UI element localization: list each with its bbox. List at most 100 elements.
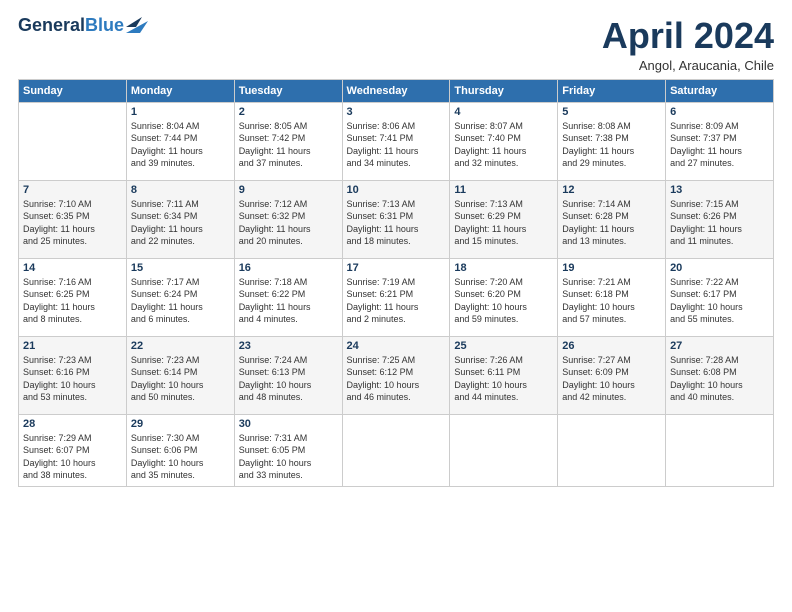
cell-info: Sunrise: 7:14 AMSunset: 6:28 PMDaylight:… bbox=[562, 198, 661, 248]
logo: GeneralBlue bbox=[18, 16, 148, 36]
location-subtitle: Angol, Araucania, Chile bbox=[602, 58, 774, 73]
table-row: 2 Sunrise: 8:05 AMSunset: 7:42 PMDaylight… bbox=[234, 102, 342, 180]
cell-info: Sunrise: 7:15 AMSunset: 6:26 PMDaylight:… bbox=[670, 198, 769, 248]
week-row-4: 28 Sunrise: 7:29 AMSunset: 6:07 PMDayligh… bbox=[19, 414, 774, 486]
cell-info: Sunrise: 8:08 AMSunset: 7:38 PMDaylight:… bbox=[562, 120, 661, 170]
table-row: 13 Sunrise: 7:15 AMSunset: 6:26 PMDayligh… bbox=[666, 180, 774, 258]
table-row: 19 Sunrise: 7:21 AMSunset: 6:18 PMDayligh… bbox=[558, 258, 666, 336]
table-row: 26 Sunrise: 7:27 AMSunset: 6:09 PMDayligh… bbox=[558, 336, 666, 414]
cell-info: Sunrise: 7:12 AMSunset: 6:32 PMDaylight:… bbox=[239, 198, 338, 248]
day-number: 1 bbox=[131, 106, 230, 118]
cell-info: Sunrise: 8:06 AMSunset: 7:41 PMDaylight:… bbox=[347, 120, 446, 170]
day-number: 26 bbox=[562, 340, 661, 352]
day-number: 10 bbox=[347, 184, 446, 196]
title-block: April 2024 Angol, Araucania, Chile bbox=[602, 16, 774, 73]
table-row: 1 Sunrise: 8:04 AMSunset: 7:44 PMDaylight… bbox=[126, 102, 234, 180]
day-number: 13 bbox=[670, 184, 769, 196]
table-row: 9 Sunrise: 7:12 AMSunset: 6:32 PMDaylight… bbox=[234, 180, 342, 258]
day-number: 24 bbox=[347, 340, 446, 352]
table-row: 27Sunrise: 7:28 AMSunset: 6:08 PMDayligh… bbox=[666, 336, 774, 414]
day-number: 29 bbox=[131, 418, 230, 430]
day-number: 3 bbox=[347, 106, 446, 118]
day-number: 2 bbox=[239, 106, 338, 118]
cell-info: Sunrise: 7:20 AMSunset: 6:20 PMDaylight:… bbox=[454, 276, 553, 326]
cell-info: Sunrise: 7:30 AMSunset: 6:06 PMDaylight:… bbox=[131, 432, 230, 482]
day-number: 12 bbox=[562, 184, 661, 196]
table-row: 25Sunrise: 7:26 AMSunset: 6:11 PMDayligh… bbox=[450, 336, 558, 414]
table-row: 29 Sunrise: 7:30 AMSunset: 6:06 PMDayligh… bbox=[126, 414, 234, 486]
cell-info: Sunrise: 8:05 AMSunset: 7:42 PMDaylight:… bbox=[239, 120, 338, 170]
header-row: Sunday Monday Tuesday Wednesday Thursday… bbox=[19, 79, 774, 102]
day-number: 15 bbox=[131, 262, 230, 274]
cell-info: Sunrise: 7:28 AMSunset: 6:08 PMDaylight:… bbox=[670, 354, 769, 404]
table-row: 20 Sunrise: 7:22 AMSunset: 6:17 PMDayligh… bbox=[666, 258, 774, 336]
day-number: 11 bbox=[454, 184, 553, 196]
table-row: 4 Sunrise: 8:07 AMSunset: 7:40 PMDaylight… bbox=[450, 102, 558, 180]
col-saturday: Saturday bbox=[666, 79, 774, 102]
table-row: 15 Sunrise: 7:17 AMSunset: 6:24 PMDayligh… bbox=[126, 258, 234, 336]
day-number: 30 bbox=[239, 418, 338, 430]
table-row: 22 Sunrise: 7:23 AMSunset: 6:14 PMDayligh… bbox=[126, 336, 234, 414]
week-row-2: 14Sunrise: 7:16 AMSunset: 6:25 PMDayligh… bbox=[19, 258, 774, 336]
col-thursday: Thursday bbox=[450, 79, 558, 102]
cell-info: Sunrise: 8:04 AMSunset: 7:44 PMDaylight:… bbox=[131, 120, 230, 170]
table-row: 8 Sunrise: 7:11 AMSunset: 6:34 PMDaylight… bbox=[126, 180, 234, 258]
day-number: 17 bbox=[347, 262, 446, 274]
table-row: 17 Sunrise: 7:19 AMSunset: 6:21 PMDayligh… bbox=[342, 258, 450, 336]
table-row bbox=[342, 414, 450, 486]
day-number: 23 bbox=[239, 340, 338, 352]
day-number: 8 bbox=[131, 184, 230, 196]
day-number: 9 bbox=[239, 184, 338, 196]
table-row: 28 Sunrise: 7:29 AMSunset: 6:07 PMDayligh… bbox=[19, 414, 127, 486]
page: GeneralBlue April 2024 Angol, Araucania,… bbox=[0, 0, 792, 612]
cell-info: Sunrise: 7:22 AMSunset: 6:17 PMDaylight:… bbox=[670, 276, 769, 326]
cell-info: Sunrise: 7:18 AMSunset: 6:22 PMDaylight:… bbox=[239, 276, 338, 326]
day-number: 4 bbox=[454, 106, 553, 118]
logo-icon bbox=[126, 15, 148, 33]
cell-info: Sunrise: 7:13 AMSunset: 6:31 PMDaylight:… bbox=[347, 198, 446, 248]
table-row: 12 Sunrise: 7:14 AMSunset: 6:28 PMDayligh… bbox=[558, 180, 666, 258]
cell-info: Sunrise: 7:11 AMSunset: 6:34 PMDaylight:… bbox=[131, 198, 230, 248]
table-row: 24 Sunrise: 7:25 AMSunset: 6:12 PMDayligh… bbox=[342, 336, 450, 414]
day-number: 28 bbox=[23, 418, 122, 430]
cell-info: Sunrise: 7:29 AMSunset: 6:07 PMDaylight:… bbox=[23, 432, 122, 482]
day-number: 16 bbox=[239, 262, 338, 274]
table-row: 18 Sunrise: 7:20 AMSunset: 6:20 PMDayligh… bbox=[450, 258, 558, 336]
week-row-1: 7Sunrise: 7:10 AMSunset: 6:35 PMDaylight… bbox=[19, 180, 774, 258]
day-number: 22 bbox=[131, 340, 230, 352]
logo-text: GeneralBlue bbox=[18, 16, 124, 36]
table-row bbox=[558, 414, 666, 486]
table-row: 11 Sunrise: 7:13 AMSunset: 6:29 PMDayligh… bbox=[450, 180, 558, 258]
cell-info: Sunrise: 8:09 AMSunset: 7:37 PMDaylight:… bbox=[670, 120, 769, 170]
day-number: 18 bbox=[454, 262, 553, 274]
cell-info: Sunrise: 7:24 AMSunset: 6:13 PMDaylight:… bbox=[239, 354, 338, 404]
table-row: 6 Sunrise: 8:09 AMSunset: 7:37 PMDaylight… bbox=[666, 102, 774, 180]
cell-info: Sunrise: 7:25 AMSunset: 6:12 PMDaylight:… bbox=[347, 354, 446, 404]
calendar-table: Sunday Monday Tuesday Wednesday Thursday… bbox=[18, 79, 774, 487]
header: GeneralBlue April 2024 Angol, Araucania,… bbox=[18, 16, 774, 73]
table-row bbox=[19, 102, 127, 180]
cell-info: Sunrise: 7:19 AMSunset: 6:21 PMDaylight:… bbox=[347, 276, 446, 326]
day-number: 19 bbox=[562, 262, 661, 274]
day-number: 20 bbox=[670, 262, 769, 274]
month-title: April 2024 bbox=[602, 16, 774, 56]
table-row: 5Sunrise: 8:08 AMSunset: 7:38 PMDaylight… bbox=[558, 102, 666, 180]
cell-info: Sunrise: 7:26 AMSunset: 6:11 PMDaylight:… bbox=[454, 354, 553, 404]
table-row bbox=[450, 414, 558, 486]
cell-info: Sunrise: 7:23 AMSunset: 6:16 PMDaylight:… bbox=[23, 354, 122, 404]
table-row: 7Sunrise: 7:10 AMSunset: 6:35 PMDaylight… bbox=[19, 180, 127, 258]
table-row: 16 Sunrise: 7:18 AMSunset: 6:22 PMDayligh… bbox=[234, 258, 342, 336]
cell-info: Sunrise: 7:16 AMSunset: 6:25 PMDaylight:… bbox=[23, 276, 122, 326]
cell-info: Sunrise: 7:13 AMSunset: 6:29 PMDaylight:… bbox=[454, 198, 553, 248]
cell-info: Sunrise: 7:21 AMSunset: 6:18 PMDaylight:… bbox=[562, 276, 661, 326]
col-monday: Monday bbox=[126, 79, 234, 102]
cell-info: Sunrise: 7:27 AMSunset: 6:09 PMDaylight:… bbox=[562, 354, 661, 404]
cell-info: Sunrise: 7:17 AMSunset: 6:24 PMDaylight:… bbox=[131, 276, 230, 326]
col-wednesday: Wednesday bbox=[342, 79, 450, 102]
table-row: 21 Sunrise: 7:23 AMSunset: 6:16 PMDayligh… bbox=[19, 336, 127, 414]
cell-info: Sunrise: 8:07 AMSunset: 7:40 PMDaylight:… bbox=[454, 120, 553, 170]
day-number: 21 bbox=[23, 340, 122, 352]
table-row bbox=[666, 414, 774, 486]
cell-info: Sunrise: 7:23 AMSunset: 6:14 PMDaylight:… bbox=[131, 354, 230, 404]
day-number: 6 bbox=[670, 106, 769, 118]
